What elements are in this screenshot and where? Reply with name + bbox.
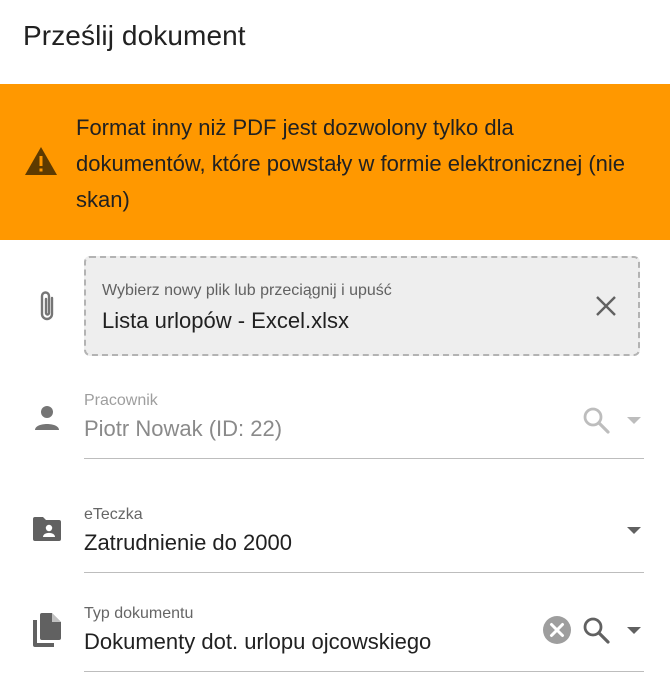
search-icon[interactable] — [582, 616, 610, 644]
person-icon — [33, 404, 61, 437]
doc-type-underline — [84, 671, 644, 672]
clear-circle-icon[interactable] — [542, 615, 572, 645]
folder-value: Zatrudnienie do 2000 — [84, 530, 292, 555]
file-dropzone-label: Wybierz nowy plik lub przeciągnij i upuś… — [102, 282, 392, 299]
warning-banner-bg: Format inny niż PDF jest dozwolony tylko… — [0, 84, 670, 240]
folder-account-icon — [32, 516, 62, 547]
employee-underline — [84, 458, 644, 459]
chevron-down-icon[interactable] — [624, 520, 644, 540]
documents-icon — [32, 612, 62, 653]
chevron-down-icon[interactable] — [624, 620, 644, 640]
doc-type-value: Dokumenty dot. urlopu ojcowskiego — [84, 629, 432, 654]
warning-triangle-icon — [24, 146, 58, 181]
folder-label: eTeczka — [84, 506, 143, 523]
doc-type-field[interactable]: Typ dokumentu Dokumenty dot. urlopu ojco… — [84, 605, 644, 672]
employee-field: Pracownik Piotr Nowak (ID: 22) — [84, 392, 644, 459]
paperclip-icon — [36, 290, 58, 329]
employee-value: Piotr Nowak (ID: 22) — [84, 416, 283, 441]
file-name: Lista urlopów - Excel.xlsx — [102, 308, 349, 333]
file-dropzone[interactable]: Wybierz nowy plik lub przeciągnij i upuś… — [84, 256, 640, 356]
search-icon — [582, 406, 610, 434]
employee-label: Pracownik — [84, 392, 158, 409]
dialog-title: Prześlij dokument — [23, 20, 246, 51]
warning-text: Format inny niż PDF jest dozwolony tylko… — [76, 115, 626, 212]
folder-field[interactable]: eTeczka Zatrudnienie do 2000 — [84, 506, 644, 573]
close-icon[interactable] — [594, 294, 618, 323]
chevron-down-icon — [624, 410, 644, 430]
folder-underline — [84, 572, 644, 573]
doc-type-label: Typ dokumentu — [84, 605, 194, 622]
